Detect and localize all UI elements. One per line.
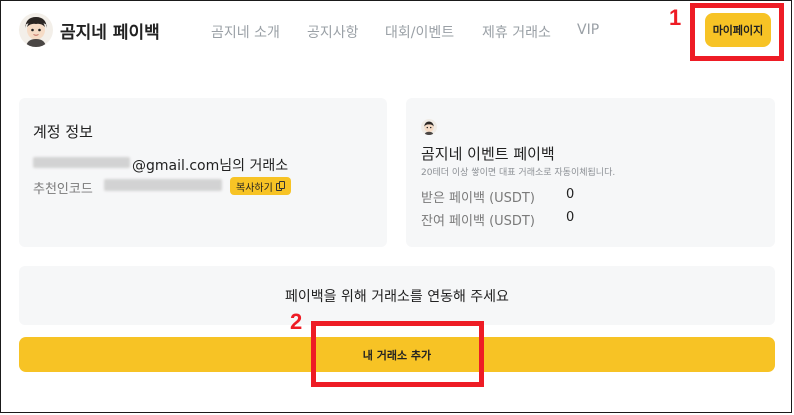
copy-label: 복사하기 [236, 182, 273, 194]
received-payback-label: 받은 페이백 (USDT) [421, 191, 535, 206]
annotation-box-1 [690, 3, 784, 61]
email-suffix: 님의 거래소 [219, 158, 289, 174]
brand-name[interactable]: 곰지네 페이백 [60, 18, 160, 43]
nav-exchanges[interactable]: 제휴 거래소 [482, 22, 551, 42]
event-avatar [421, 119, 437, 135]
referral-code-label: 추천인코드 [33, 182, 93, 197]
copy-button[interactable]: 복사하기 [230, 177, 291, 195]
referral-code-redacted [104, 179, 222, 191]
annotation-box-2 [311, 321, 484, 387]
balance-payback-label: 잔여 페이백 (USDT) [421, 214, 535, 229]
account-info-title: 계정 정보 [33, 123, 93, 141]
nav-events[interactable]: 대회/이벤트 [385, 22, 454, 42]
nav-vip[interactable]: VIP [577, 22, 599, 38]
nav-about[interactable]: 곰지네 소개 [211, 22, 280, 42]
exchange-notice-text: 페이백을 위해 거래소를 연동해 주세요 [285, 289, 509, 305]
copy-icon [275, 181, 285, 191]
received-payback-value: 0 [566, 187, 575, 202]
annotation-marker-2: 2 [290, 309, 303, 334]
logo-avatar[interactable] [19, 13, 53, 47]
email-line: @gmail.com님의 거래소 [132, 155, 288, 175]
annotation-marker-1: 1 [669, 5, 682, 30]
event-title: 곰지네 이벤트 페이백 [421, 145, 555, 163]
nav-notice[interactable]: 공지사항 [307, 22, 359, 42]
balance-payback-value: 0 [566, 210, 575, 225]
event-subtitle: 20테더 이상 쌓이면 대표 거래소로 자동이체됩니다. [421, 168, 616, 178]
email-domain: @gmail.com [132, 158, 220, 174]
email-username-redacted [33, 157, 130, 168]
